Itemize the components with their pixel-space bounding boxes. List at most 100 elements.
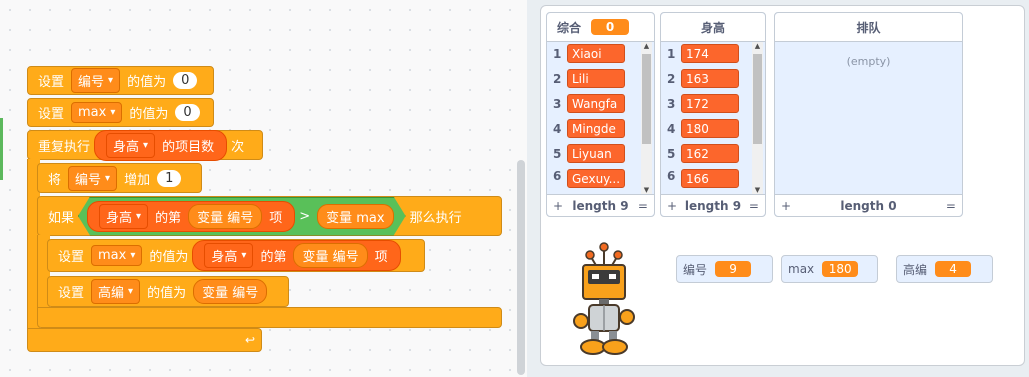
var-dropdown-id[interactable]: 编号: [68, 165, 118, 191]
variable-monitor-gaobian[interactable]: 高编 4: [896, 255, 993, 283]
list-item-value[interactable]: 166: [681, 169, 739, 188]
item-of-label: 的第: [260, 250, 287, 265]
scroll-up-icon[interactable]: ▲: [752, 42, 763, 50]
var-reporter-id[interactable]: 变量 编号: [193, 279, 268, 304]
repeat-block-bottom: ↩: [27, 328, 262, 352]
list-item[interactable]: 5 162: [667, 144, 739, 163]
if-block[interactable]: 如果 身高 的第 变量 编号 项 > 变量 max 那么执行: [37, 196, 502, 236]
scrollbar-thumb[interactable]: [753, 54, 762, 144]
change-prefix-label: 将: [48, 172, 62, 188]
repeat-label: 重复执行: [38, 139, 91, 155]
add-item-button[interactable]: +: [781, 199, 791, 213]
var-reporter-id[interactable]: 变量 编号: [293, 243, 368, 268]
variable-monitor-max[interactable]: max 180: [781, 255, 878, 283]
var-dropdown-gaobian[interactable]: 高编: [91, 279, 141, 304]
list-item[interactable]: 4 Mingde: [553, 119, 625, 138]
var-dropdown-max[interactable]: max: [91, 245, 143, 266]
list-footer: + length 9 =: [661, 194, 765, 216]
repeat-block[interactable]: 重复执行 身高 的项目数 次: [27, 129, 263, 161]
list-item-value[interactable]: 163: [681, 69, 739, 88]
monitor-value: 9: [715, 261, 752, 277]
var-reporter-id[interactable]: 变量 编号: [188, 204, 262, 229]
scroll-up-icon[interactable]: ▲: [641, 42, 652, 50]
list-item-value[interactable]: Mingde: [567, 119, 625, 138]
set-gaobian-block[interactable]: 设置 高编 的值为 变量 编号: [47, 276, 289, 307]
list-item-value[interactable]: Xiaoi: [567, 44, 625, 63]
list-item[interactable]: 1 Xiaoi: [553, 44, 625, 63]
list-item[interactable]: 6 166: [667, 169, 739, 193]
list-index: 6: [553, 169, 562, 183]
list-item-value[interactable]: 172: [681, 94, 739, 113]
resize-handle[interactable]: =: [749, 199, 759, 213]
list-item-value[interactable]: Gexuy...: [567, 169, 625, 188]
change-amount-input[interactable]: 1: [157, 169, 182, 187]
list-index: 3: [553, 96, 562, 111]
resize-handle[interactable]: =: [638, 199, 648, 213]
list-index: 1: [553, 46, 562, 61]
set-max-block[interactable]: 设置 max 的值为 0: [27, 98, 214, 127]
list-item[interactable]: 2 Lili: [553, 69, 625, 88]
list-scrollbar[interactable]: ▲ ▼: [641, 42, 652, 194]
add-item-button[interactable]: +: [667, 199, 677, 213]
list-length: length 9: [684, 198, 742, 213]
set-max-item-block[interactable]: 设置 max 的值为 身高 的第 变量 编号 项: [47, 239, 425, 272]
list-length: length 0: [840, 198, 897, 213]
list-scrollbar[interactable]: ▲ ▼: [752, 42, 763, 194]
monitor-value: 180: [822, 261, 859, 277]
list-item-value[interactable]: 162: [681, 144, 739, 163]
list-item[interactable]: 3 172: [667, 94, 739, 113]
set-id-block[interactable]: 设置 编号 的值为 0: [27, 66, 214, 95]
change-id-block[interactable]: 将 编号 增加 1: [37, 163, 202, 193]
list-item-value[interactable]: Lili: [567, 69, 625, 88]
list-monitor-paidui[interactable]: 排队 (empty) + length 0 =: [774, 12, 963, 217]
var-dropdown-id[interactable]: 编号: [71, 68, 121, 93]
item-suffix-label: 项: [374, 250, 388, 265]
greater-than-operator[interactable]: 身高 的第 变量 编号 项 > 变量 max: [78, 197, 406, 236]
list-item-value[interactable]: Wangfa: [567, 94, 625, 113]
list-monitor-shengao[interactable]: 身高 1 174 2 163 3 172 4 180 5 162 6 166 ▲ ▼ + l…: [660, 12, 766, 217]
list-dropdown-height[interactable]: 身高: [204, 243, 254, 268]
variable-monitor-id[interactable]: 编号 9: [676, 255, 773, 283]
item-of-list-reporter[interactable]: 身高 的第 变量 编号 项: [192, 240, 401, 271]
list-item-value[interactable]: 174: [681, 44, 739, 63]
list-length: length 9: [572, 198, 629, 213]
list-item[interactable]: 4 180: [667, 119, 739, 138]
list-index: 4: [553, 121, 562, 136]
robot-sprite[interactable]: [569, 239, 639, 359]
times-label: 次: [231, 139, 245, 155]
list-index: 2: [667, 71, 676, 86]
list-index: 1: [667, 46, 676, 61]
list-item[interactable]: 2 163: [667, 69, 739, 88]
set-label: 设置: [38, 75, 65, 90]
resize-handle[interactable]: =: [946, 199, 956, 213]
var-dropdown-max[interactable]: max: [71, 102, 123, 123]
list-item[interactable]: 1 174: [667, 44, 739, 63]
then-label: 那么执行: [409, 210, 462, 226]
list-item-value[interactable]: Liyuan: [567, 144, 625, 163]
monitor-label: max: [788, 262, 815, 276]
list-header: 身高: [661, 13, 765, 42]
scrollbar-thumb[interactable]: [642, 54, 651, 144]
list-item[interactable]: 6 Gexuy...: [553, 169, 625, 193]
value-input-zero[interactable]: 0: [175, 104, 200, 121]
list-dropdown-height[interactable]: 身高: [99, 204, 148, 229]
list-item[interactable]: 5 Liyuan: [553, 144, 625, 163]
list-index: 2: [553, 71, 562, 86]
scroll-down-icon[interactable]: ▼: [641, 186, 652, 194]
code-area[interactable]: 设置 编号 的值为 0 设置 max 的值为 0 重复执行 身高 的项目数 次 …: [0, 0, 527, 377]
list-title-value: 0: [591, 19, 630, 35]
stage[interactable]: 综合 0 1 Xiaoi 2 Lili 3 Wangfa 4 Mingde 5 Liyua…: [540, 5, 1025, 366]
var-reporter-max[interactable]: 变量 max: [317, 204, 393, 229]
value-input-zero[interactable]: 0: [173, 72, 198, 89]
value-to-label: 的值为: [129, 107, 169, 122]
list-monitor-zonghe[interactable]: 综合 0 1 Xiaoi 2 Lili 3 Wangfa 4 Mingde 5 Liyua…: [546, 12, 655, 217]
list-index: 6: [667, 169, 676, 183]
item-of-list-reporter[interactable]: 身高 的第 变量 编号 项: [87, 201, 295, 232]
list-item[interactable]: 3 Wangfa: [553, 94, 625, 113]
list-length-reporter[interactable]: 身高 的项目数: [94, 129, 228, 161]
list-dropdown-height[interactable]: 身高: [106, 132, 156, 158]
add-item-button[interactable]: +: [553, 199, 563, 213]
code-area-scrollbar[interactable]: [517, 160, 525, 375]
list-item-value[interactable]: 180: [681, 119, 739, 138]
scroll-down-icon[interactable]: ▼: [752, 186, 763, 194]
